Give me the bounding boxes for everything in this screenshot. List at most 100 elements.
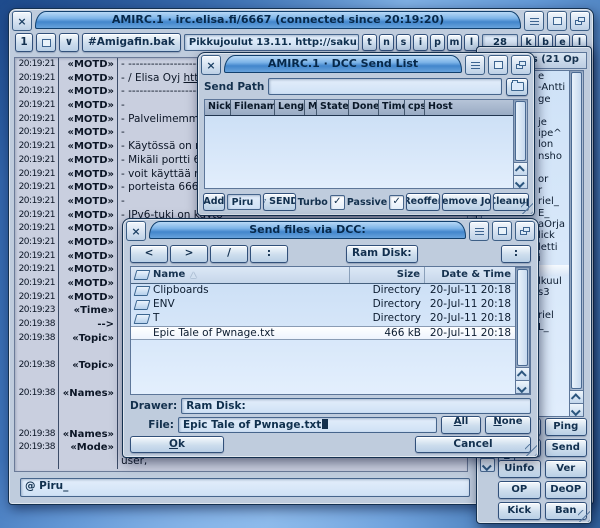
remove-job-button[interactable]: Remove Job xyxy=(442,193,491,211)
user-action-button[interactable]: Kick xyxy=(498,502,541,520)
dcc-column-header[interactable]: Host xyxy=(425,100,513,115)
user-action-button[interactable]: Send xyxy=(545,439,588,457)
main-iconify-button[interactable] xyxy=(524,11,544,31)
picker-zoom-button[interactable] xyxy=(492,221,512,241)
dcc-titlebar[interactable]: × AMIRC.1 · DCC Send List xyxy=(198,53,534,75)
dcc-zoom-button[interactable] xyxy=(488,55,508,75)
userlist-scroll-down-button[interactable] xyxy=(570,403,583,416)
user-action-button[interactable]: Ver xyxy=(545,460,588,478)
main-depth-button[interactable] xyxy=(570,11,590,31)
all-button[interactable]: All xyxy=(441,416,481,434)
dcc-iconify-button[interactable] xyxy=(465,55,485,75)
picker-depth-button[interactable] xyxy=(515,221,535,241)
log-scroll-down-button[interactable] xyxy=(480,458,495,472)
main-titlebar[interactable]: × AMIRC.1 · irc.elisa.fi/6667 (connected… xyxy=(9,9,593,31)
ok-button[interactable]: Ok xyxy=(130,436,224,453)
user-action-button[interactable]: DeOP xyxy=(545,481,588,499)
volume-button[interactable]: Ram Disk: xyxy=(346,245,418,263)
name-column-header[interactable]: Name▲ xyxy=(153,267,349,283)
send-popup-button[interactable]: ▽SEND xyxy=(263,193,296,211)
dcc-column-header[interactable]: Time xyxy=(379,100,405,115)
file-date: 20-Jul-11 20:18 xyxy=(425,298,515,312)
dcc-scroll-down-button[interactable] xyxy=(514,175,527,188)
userlist-scroll-thumb[interactable] xyxy=(571,72,582,389)
channel-button[interactable]: #Amigafin.bak xyxy=(82,33,181,52)
drawer-input[interactable]: Ram Disk: xyxy=(181,398,531,414)
file-input[interactable]: Epic Tale of Pwnage.txt xyxy=(178,417,437,433)
main-zoom-button[interactable] xyxy=(547,11,567,31)
passive-checkbox[interactable]: ✓ xyxy=(389,195,404,210)
dcc-title[interactable]: AMIRC.1 · DCC Send List xyxy=(224,55,462,73)
file-row[interactable]: ENVDirectory20-Jul-11 20:18 xyxy=(131,298,515,312)
dcc-depth-button[interactable] xyxy=(511,55,531,75)
file-scroll-thumb[interactable] xyxy=(517,269,528,366)
topic-input[interactable]: Pikkujoulut 13.11. http://saku.amigafin.… xyxy=(184,34,359,51)
userlist-scroll-up-button[interactable] xyxy=(570,390,583,403)
log-timestamp: 20:19:21 xyxy=(15,140,59,154)
chat-input[interactable]: @ Piru_ xyxy=(20,478,470,497)
nav-button[interactable]: < xyxy=(130,245,168,263)
dcc-column-header[interactable]: Filename xyxy=(231,100,275,115)
file-scroll-down-button[interactable] xyxy=(516,380,529,393)
date-column-header[interactable]: Date & Time xyxy=(424,267,515,283)
dcc-column-header[interactable]: State xyxy=(317,100,349,115)
window-list-button[interactable] xyxy=(36,33,56,52)
send-path-row: Send Path xyxy=(204,78,528,95)
file-list-scrollbar[interactable] xyxy=(515,267,530,394)
none-button[interactable]: None xyxy=(485,416,531,434)
icon-column-header[interactable] xyxy=(131,267,153,283)
send-path-input[interactable] xyxy=(268,78,502,95)
file-row[interactable]: Epic Tale of Pwnage.txt466 kB20-Jul-11 2… xyxy=(131,326,515,340)
add-button[interactable]: Add xyxy=(203,193,225,211)
dcc-nick-input[interactable]: Piru xyxy=(227,194,261,210)
dcc-column-header[interactable]: Nick xyxy=(205,100,231,115)
close-icon: × xyxy=(131,226,140,237)
main-close-button[interactable]: × xyxy=(12,11,32,31)
resize-handle[interactable] xyxy=(521,202,533,214)
picker-close-button[interactable]: × xyxy=(126,221,146,241)
server-number-button[interactable]: 1 xyxy=(15,33,33,52)
nav-button[interactable]: : xyxy=(250,245,288,263)
picker-titlebar[interactable]: × Send files via DCC: xyxy=(123,219,538,241)
file-name: ENV xyxy=(153,298,351,312)
listview-toggle-button[interactable]: ∨ xyxy=(59,33,79,52)
dcc-column-header[interactable]: Done xyxy=(349,100,379,115)
dcc-column-header[interactable]: cps xyxy=(405,100,425,115)
dcc-scroll-thumb[interactable] xyxy=(515,101,526,161)
channel-mode-button[interactable]: t xyxy=(362,34,377,51)
resize-handle[interactable] xyxy=(525,444,537,456)
channel-mode-button[interactable]: n xyxy=(379,34,394,51)
picker-iconify-button[interactable] xyxy=(469,221,489,241)
channel-mode-button[interactable]: m xyxy=(447,34,462,51)
user-action-button[interactable]: OP xyxy=(498,481,541,499)
file-list: Name▲ Size Date & Time ClipboardsDirecto… xyxy=(130,266,531,395)
nav-button[interactable]: / xyxy=(210,245,248,263)
main-title[interactable]: AMIRC.1 · irc.elisa.fi/6667 (connected s… xyxy=(35,11,521,29)
channel-mode-button[interactable]: p xyxy=(430,34,445,51)
userlist-scrollbar[interactable] xyxy=(569,70,584,417)
volume-list-button[interactable]: : xyxy=(501,245,531,263)
dcc-close-button[interactable]: × xyxy=(201,55,221,75)
dcc-scrollbar[interactable] xyxy=(513,99,528,189)
send-popup-label: SEND xyxy=(269,197,295,207)
dcc-table-body[interactable] xyxy=(205,116,513,188)
dcc-column-header[interactable]: M xyxy=(305,100,317,115)
dcc-scroll-up-button[interactable] xyxy=(514,162,527,175)
file-row[interactable]: TDirectory20-Jul-11 20:18 xyxy=(131,312,515,326)
dcc-column-header[interactable]: Length xyxy=(275,100,305,115)
picker-title[interactable]: Send files via DCC: xyxy=(149,221,466,239)
reoffer-button[interactable]: Reoffer xyxy=(406,193,439,211)
user-action-button[interactable]: Ping xyxy=(545,418,588,436)
nav-button[interactable]: > xyxy=(170,245,208,263)
file-row[interactable]: ClipboardsDirectory20-Jul-11 20:18 xyxy=(131,284,515,298)
send-path-browse-button[interactable] xyxy=(506,78,528,96)
turbo-checkbox[interactable]: ✓ xyxy=(330,195,345,210)
size-column-header[interactable]: Size xyxy=(349,267,424,283)
channel-mode-button[interactable]: i xyxy=(413,34,428,51)
resize-handle[interactable] xyxy=(578,510,590,522)
cancel-button[interactable]: Cancel xyxy=(415,436,531,453)
file-list-body[interactable]: ClipboardsDirectory20-Jul-11 20:18ENVDir… xyxy=(131,284,515,394)
file-scroll-up-button[interactable] xyxy=(516,367,529,380)
channel-mode-button[interactable]: s xyxy=(396,34,411,51)
user-action-button[interactable]: Uinfo xyxy=(498,460,541,478)
